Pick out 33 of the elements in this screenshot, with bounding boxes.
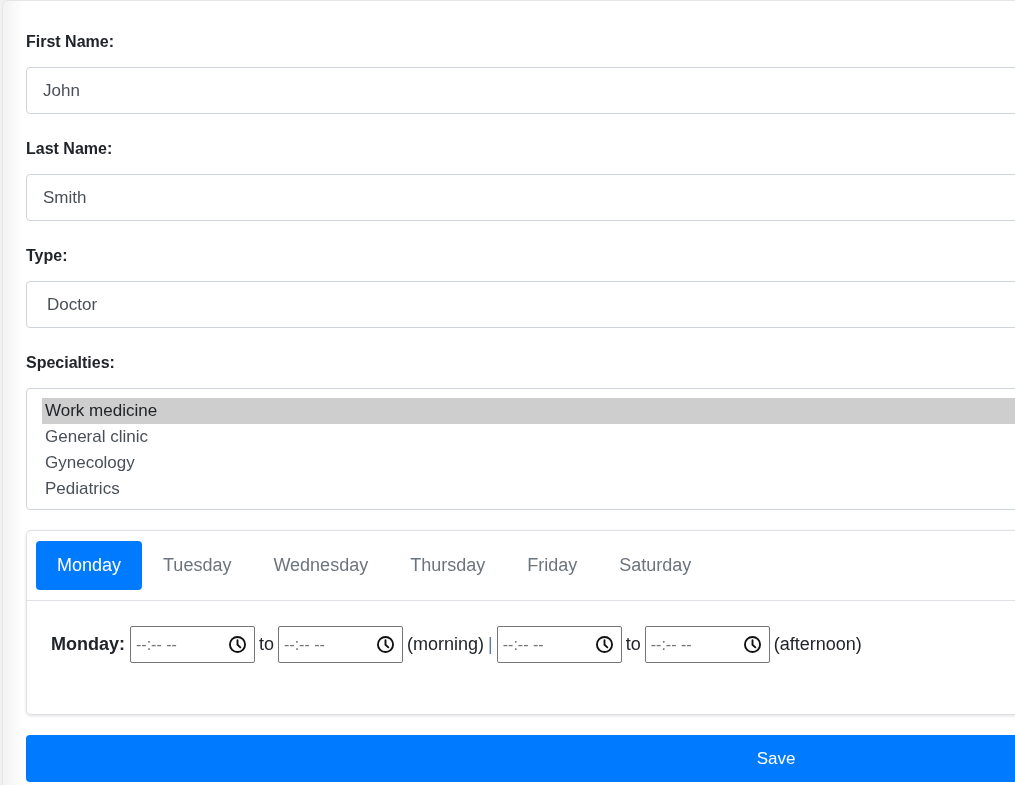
inline-text: to [625, 634, 641, 655]
list-option[interactable]: Work medicine [42, 398, 1015, 424]
inline-text: to [259, 634, 274, 655]
list-option[interactable]: Gynecology [42, 450, 1015, 476]
inline-text: (morning) [407, 634, 485, 655]
day-label: Monday: [51, 634, 125, 655]
field-label: Last Name: [26, 139, 113, 159]
field-label: Specialties: [26, 353, 115, 373]
clock-icon [743, 636, 761, 653]
time-input[interactable]: --:-- -- [644, 626, 770, 663]
time-input[interactable]: --:-- -- [278, 626, 403, 663]
field-label: Type: [26, 246, 68, 266]
day-tab[interactable]: Friday [506, 541, 599, 590]
time-input[interactable]: --:-- -- [130, 626, 255, 663]
type-select[interactable]: Doctor [26, 281, 1015, 328]
text-input[interactable]: John [26, 67, 1015, 114]
day-tab[interactable]: Monday [36, 541, 143, 590]
separator-text: | [488, 634, 493, 655]
clock-icon [377, 636, 394, 653]
inline-text: (afternoon) [773, 634, 862, 655]
clock-icon [229, 636, 246, 653]
specialties-listbox[interactable]: Work medicine General clinic Gynecology Pediatrics [26, 388, 1015, 510]
day-tab[interactable]: Tuesday [142, 541, 253, 590]
day-tab[interactable]: Thursday [389, 541, 507, 590]
save-button[interactable]: Save [26, 735, 1015, 782]
field-label: First Name: [26, 32, 115, 52]
list-option[interactable]: Pediatrics [42, 476, 1015, 502]
text-input[interactable]: Smith [26, 174, 1015, 221]
time-input[interactable]: --:-- -- [496, 626, 622, 663]
list-option[interactable]: General clinic [42, 424, 1015, 450]
clock-icon [595, 636, 613, 653]
day-tab[interactable]: Wednesday [252, 541, 390, 590]
day-tab[interactable]: Saturday [598, 541, 713, 590]
